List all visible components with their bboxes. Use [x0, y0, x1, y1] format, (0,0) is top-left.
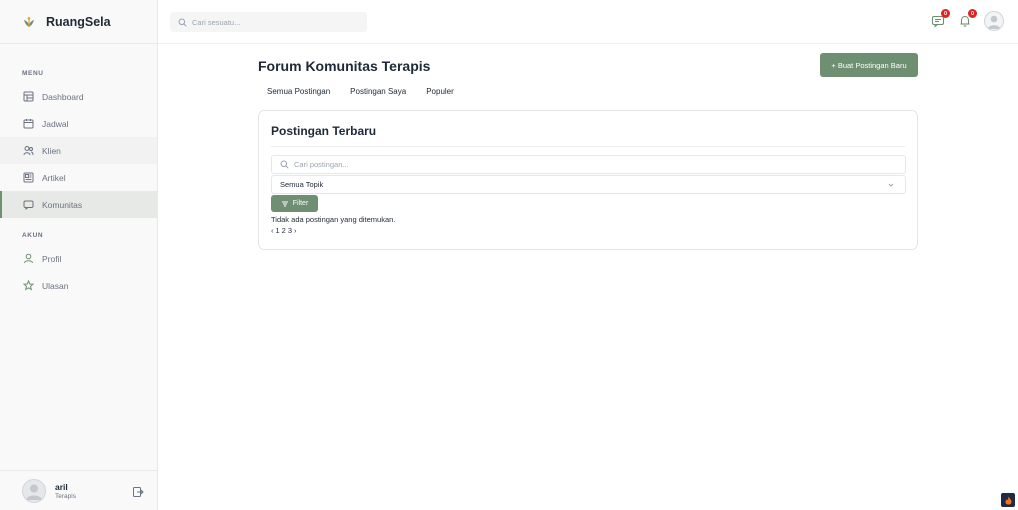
pagination-prev[interactable]: ‹ [271, 226, 274, 235]
card-title: Postingan Terbaru [271, 124, 377, 138]
divider [271, 146, 905, 147]
sidebar-item-label: Profil [42, 253, 62, 264]
empty-state-message: Tidak ada postingan yang ditemukan. [271, 215, 396, 224]
user-role: Terapis [55, 492, 76, 500]
latest-posts-card: Postingan Terbaru Cari postingan... Semu… [258, 110, 918, 250]
sidebar-item-klien[interactable]: Klien [0, 137, 157, 164]
brand-name: RuangSela [46, 14, 111, 29]
chevron-down-icon [887, 181, 895, 189]
messages-badge: 0 [941, 9, 950, 18]
sidebar-item-jadwal[interactable]: Jadwal [0, 110, 157, 137]
post-search-input[interactable]: Cari postingan... [271, 155, 906, 174]
forum-tabs: Semua Postingan Postingan Saya Populer [267, 87, 474, 96]
sidebar-item-profil[interactable]: Profil [0, 245, 157, 272]
logout-icon[interactable] [132, 485, 144, 497]
pagination-page-2[interactable]: 2 [282, 226, 286, 235]
app-root: RuangSela MENU Dashboard Jadwal Klien Ar… [0, 0, 1018, 510]
sidebar-item-komunitas[interactable]: Komunitas [0, 191, 157, 218]
global-search-placeholder: Cari sesuatu... [192, 17, 241, 27]
post-search-placeholder: Cari postingan... [294, 160, 349, 169]
sidebar-item-artikel[interactable]: Artikel [0, 164, 157, 191]
menu-section-label: MENU [22, 70, 44, 77]
calendar-icon [22, 118, 34, 130]
users-icon [22, 145, 34, 157]
pagination-next[interactable]: › [294, 226, 297, 235]
sidebar-item-label: Dashboard [42, 91, 84, 102]
sidebar-item-label: Ulasan [42, 280, 69, 291]
user-name: aril [55, 481, 68, 492]
leaf-logo-icon [22, 15, 36, 29]
search-icon [280, 160, 289, 169]
messages-button[interactable]: 0 [929, 9, 950, 30]
topic-select[interactable]: Semua Topik [271, 175, 906, 194]
page-title: Forum Komunitas Terapis [258, 58, 431, 74]
sidebar-item-dashboard[interactable]: Dashboard [0, 83, 157, 110]
notifications-button[interactable]: 0 [956, 9, 977, 30]
avatar[interactable] [22, 478, 46, 503]
sidebar-user: aril Terapis [0, 470, 158, 510]
pagination-page-3[interactable]: 3 [288, 226, 292, 235]
topic-select-value: Semua Topik [280, 180, 324, 189]
search-icon [178, 18, 187, 27]
sidebar: RuangSela MENU Dashboard Jadwal Klien Ar… [0, 0, 158, 510]
filter-button[interactable]: Filter [271, 195, 318, 212]
sidebar-item-label: Klien [42, 145, 61, 156]
sidebar-item-label: Komunitas [42, 199, 83, 210]
user-icon [22, 253, 34, 265]
sidebar-item-label: Artikel [42, 172, 66, 183]
tab-populer[interactable]: Populer [426, 87, 454, 96]
new-post-button[interactable]: + Buat Postingan Baru [820, 53, 918, 77]
notifications-badge: 0 [968, 9, 977, 18]
user-meta: aril Terapis [55, 482, 76, 500]
pagination: ‹ 1 2 3 › [271, 226, 299, 235]
star-icon [22, 280, 34, 292]
sidebar-item-label: Jadwal [42, 118, 69, 129]
account-section-label: AKUN [22, 232, 44, 239]
article-icon [22, 172, 34, 184]
chat-icon [22, 199, 34, 211]
profile-avatar[interactable] [984, 11, 1004, 31]
brand[interactable]: RuangSela [0, 0, 157, 44]
global-search-input[interactable]: Cari sesuatu... [170, 12, 367, 32]
flame-icon[interactable] [1001, 493, 1015, 507]
tab-postingan-saya[interactable]: Postingan Saya [350, 87, 406, 96]
filter-icon [281, 200, 289, 208]
top-bar: Cari sesuatu... 0 0 [158, 0, 1018, 44]
sidebar-item-ulasan[interactable]: Ulasan [0, 272, 157, 299]
filter-button-label: Filter [292, 200, 309, 207]
dashboard-icon [22, 91, 34, 103]
tab-semua-postingan[interactable]: Semua Postingan [267, 87, 330, 96]
pagination-page-1[interactable]: 1 [276, 226, 280, 235]
top-actions: 0 0 [920, 9, 1004, 31]
